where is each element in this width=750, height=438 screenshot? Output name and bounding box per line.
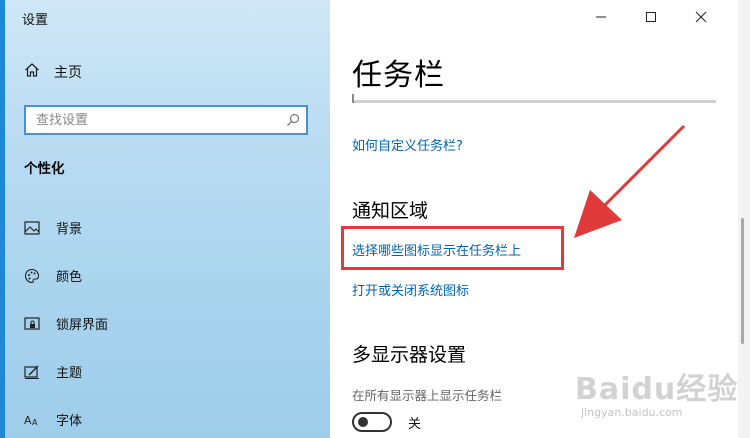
show-taskbar-all-displays-label: 在所有显示器上显示任务栏 [352, 388, 503, 403]
sidebar-home[interactable]: 主页 [24, 62, 82, 82]
window-title: 设置 [22, 13, 49, 28]
theme-icon [24, 364, 40, 380]
svg-text:A: A [32, 418, 38, 427]
sidebar-item-label: 锁屏界面 [56, 318, 109, 333]
font-icon: AA [24, 412, 40, 428]
sidebar-item-label: 背景 [56, 222, 83, 237]
show-taskbar-all-displays-setting: 关 [352, 412, 421, 432]
sidebar-item-colors[interactable]: 颜色 [24, 266, 82, 285]
lock-screen-icon [24, 316, 40, 332]
maximize-button[interactable] [626, 0, 676, 34]
minimize-icon [596, 16, 606, 18]
toggle-state-label: 关 [408, 416, 422, 432]
sidebar-item-label: 字体 [56, 414, 83, 429]
window-border [0, 0, 5, 438]
close-icon [695, 11, 707, 23]
sidebar-item-label: 颜色 [56, 270, 83, 285]
search-box[interactable] [24, 105, 308, 135]
image-icon [24, 220, 40, 236]
customize-taskbar-link[interactable]: 如何自定义任务栏? [352, 135, 463, 154]
page-title: 任务栏 [352, 58, 445, 93]
annotation-highlight-box [341, 226, 564, 270]
search-input[interactable] [36, 112, 276, 128]
minimize-button[interactable] [576, 0, 626, 34]
settings-window: 设置 主页 个性化 背景 颜色 [0, 0, 750, 438]
multi-display-heading: 多显示器设置 [352, 344, 467, 366]
close-button[interactable] [676, 0, 726, 34]
window-controls [576, 0, 726, 34]
watermark-brand: Baidu经验 [575, 372, 739, 407]
sidebar-item-fonts[interactable]: AA 字体 [24, 410, 83, 430]
vertical-scrollbar[interactable] [738, 0, 750, 438]
sidebar: 设置 主页 个性化 背景 颜色 [0, 0, 330, 438]
show-taskbar-all-displays-toggle[interactable] [352, 412, 392, 432]
sidebar-item-themes[interactable]: 主题 [24, 362, 82, 381]
notification-area-heading: 通知区域 [352, 200, 429, 222]
home-icon [24, 62, 40, 82]
system-icons-link[interactable]: 打开或关闭系统图标 [352, 280, 469, 299]
toggle-knob [358, 417, 368, 427]
section-title-personalization: 个性化 [24, 161, 65, 177]
sidebar-item-lock-screen[interactable]: 锁屏界面 [24, 314, 108, 333]
maximize-icon [646, 12, 656, 22]
scrollbar-thumb[interactable] [741, 218, 744, 344]
annotation-arrow-icon [574, 124, 686, 238]
title-divider [352, 94, 716, 103]
palette-icon [24, 268, 40, 284]
watermark: Baidu经验 jingyan.baidu.com [575, 364, 738, 419]
search-icon[interactable] [286, 112, 300, 131]
sidebar-home-label: 主页 [54, 65, 82, 81]
svg-text:A: A [24, 414, 32, 427]
sidebar-item-label: 主题 [56, 366, 83, 381]
sidebar-item-background[interactable]: 背景 [24, 218, 82, 237]
